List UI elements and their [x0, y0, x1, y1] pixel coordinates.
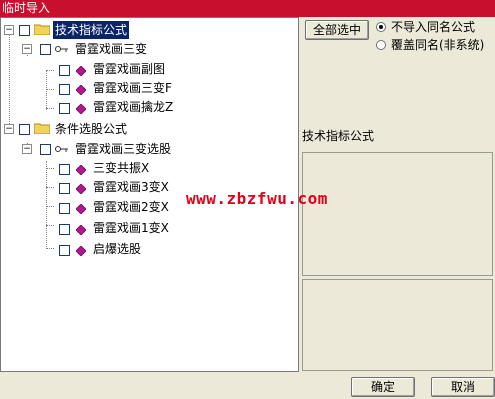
tree-group-indicators[interactable]: − 技术指标公式: [1, 21, 291, 39]
tree-item-label: 雷霆戏画副图: [93, 62, 166, 76]
item-checkbox[interactable]: [59, 84, 70, 95]
item-checkbox[interactable]: [59, 65, 70, 76]
collapse-toggle[interactable]: −: [22, 144, 32, 154]
select-all-button[interactable]: 全部选中: [305, 20, 369, 40]
collapse-toggle[interactable]: −: [22, 44, 32, 54]
tree-item[interactable]: 雷霆戏画三变F: [1, 79, 291, 97]
tree-item-label: 雷霆戏画1变X: [93, 221, 169, 235]
group-checkbox[interactable]: [19, 124, 30, 135]
tree-item[interactable]: 雷霆戏画副图: [1, 60, 291, 78]
formula-icon: [76, 66, 86, 76]
item-checkbox[interactable]: [59, 203, 70, 214]
tree-item-label: 雷霆戏画擒龙Z: [93, 100, 174, 114]
tree-group-label: 技术指标公式: [53, 21, 130, 39]
item-checkbox[interactable]: [59, 183, 70, 194]
detail-panel: [302, 279, 493, 371]
tree-item[interactable]: 雷霆戏画1变X: [1, 219, 291, 237]
tree-subgroup-label: 雷霆戏画三变: [75, 42, 148, 56]
info-label: 技术指标公式: [302, 129, 375, 143]
radio-label: 覆盖同名(非系统): [391, 38, 485, 52]
radio-button[interactable]: [376, 40, 386, 50]
radio-skip-duplicates[interactable]: 不导入同名公式: [376, 19, 493, 35]
formula-icon: [76, 246, 86, 256]
watermark-text: www.zbzfwu.com: [186, 189, 328, 208]
item-checkbox[interactable]: [59, 103, 70, 114]
description-panel: [302, 152, 493, 276]
folder-icon: [34, 123, 50, 134]
tree-group-screening[interactable]: − 条件选股公式: [1, 120, 291, 138]
radio-overwrite-duplicates[interactable]: 覆盖同名(非系统): [376, 37, 493, 53]
subgroup-checkbox[interactable]: [40, 44, 51, 55]
cancel-button[interactable]: 取消: [431, 377, 495, 397]
folder-icon: [34, 24, 50, 35]
formula-icon: [76, 85, 86, 95]
formula-icon: [76, 204, 86, 214]
tree-group-label: 条件选股公式: [55, 122, 128, 136]
tree-item-label: 启爆选股: [93, 242, 142, 256]
item-checkbox[interactable]: [59, 245, 70, 256]
subgroup-checkbox[interactable]: [40, 144, 51, 155]
tree-subgroup-santbian[interactable]: − 雷霆戏画三变: [1, 40, 291, 58]
tree-subgroup-label: 雷霆戏画三变选股: [75, 142, 172, 156]
collapse-toggle[interactable]: −: [4, 124, 14, 134]
ok-button[interactable]: 确定: [351, 377, 415, 397]
tree-subgroup-xuangu[interactable]: − 雷霆戏画三变选股: [1, 140, 291, 158]
formula-icon: [76, 225, 86, 235]
formula-icon: [76, 165, 86, 175]
key-icon: [55, 46, 68, 52]
window-title: 临时导入: [0, 0, 495, 17]
radio-button[interactable]: [376, 22, 386, 32]
radio-label: 不导入同名公式: [391, 20, 476, 34]
tree-item-label: 雷霆戏画三变F: [93, 81, 172, 95]
tree-item[interactable]: 三变共振X: [1, 159, 291, 177]
tree-item-label: 三变共振X: [93, 161, 150, 175]
formula-icon: [76, 184, 86, 194]
key-icon: [55, 146, 68, 152]
item-checkbox[interactable]: [59, 164, 70, 175]
tree-item-label: 雷霆戏画2变X: [93, 200, 169, 214]
tree-item-label: 雷霆戏画3变X: [93, 180, 169, 194]
formula-icon: [76, 104, 86, 114]
item-checkbox[interactable]: [59, 224, 70, 235]
tree-item[interactable]: 雷霆戏画擒龙Z: [1, 98, 291, 116]
group-checkbox[interactable]: [19, 25, 30, 36]
collapse-toggle[interactable]: −: [4, 25, 14, 35]
tree-item[interactable]: 启爆选股: [1, 240, 291, 258]
